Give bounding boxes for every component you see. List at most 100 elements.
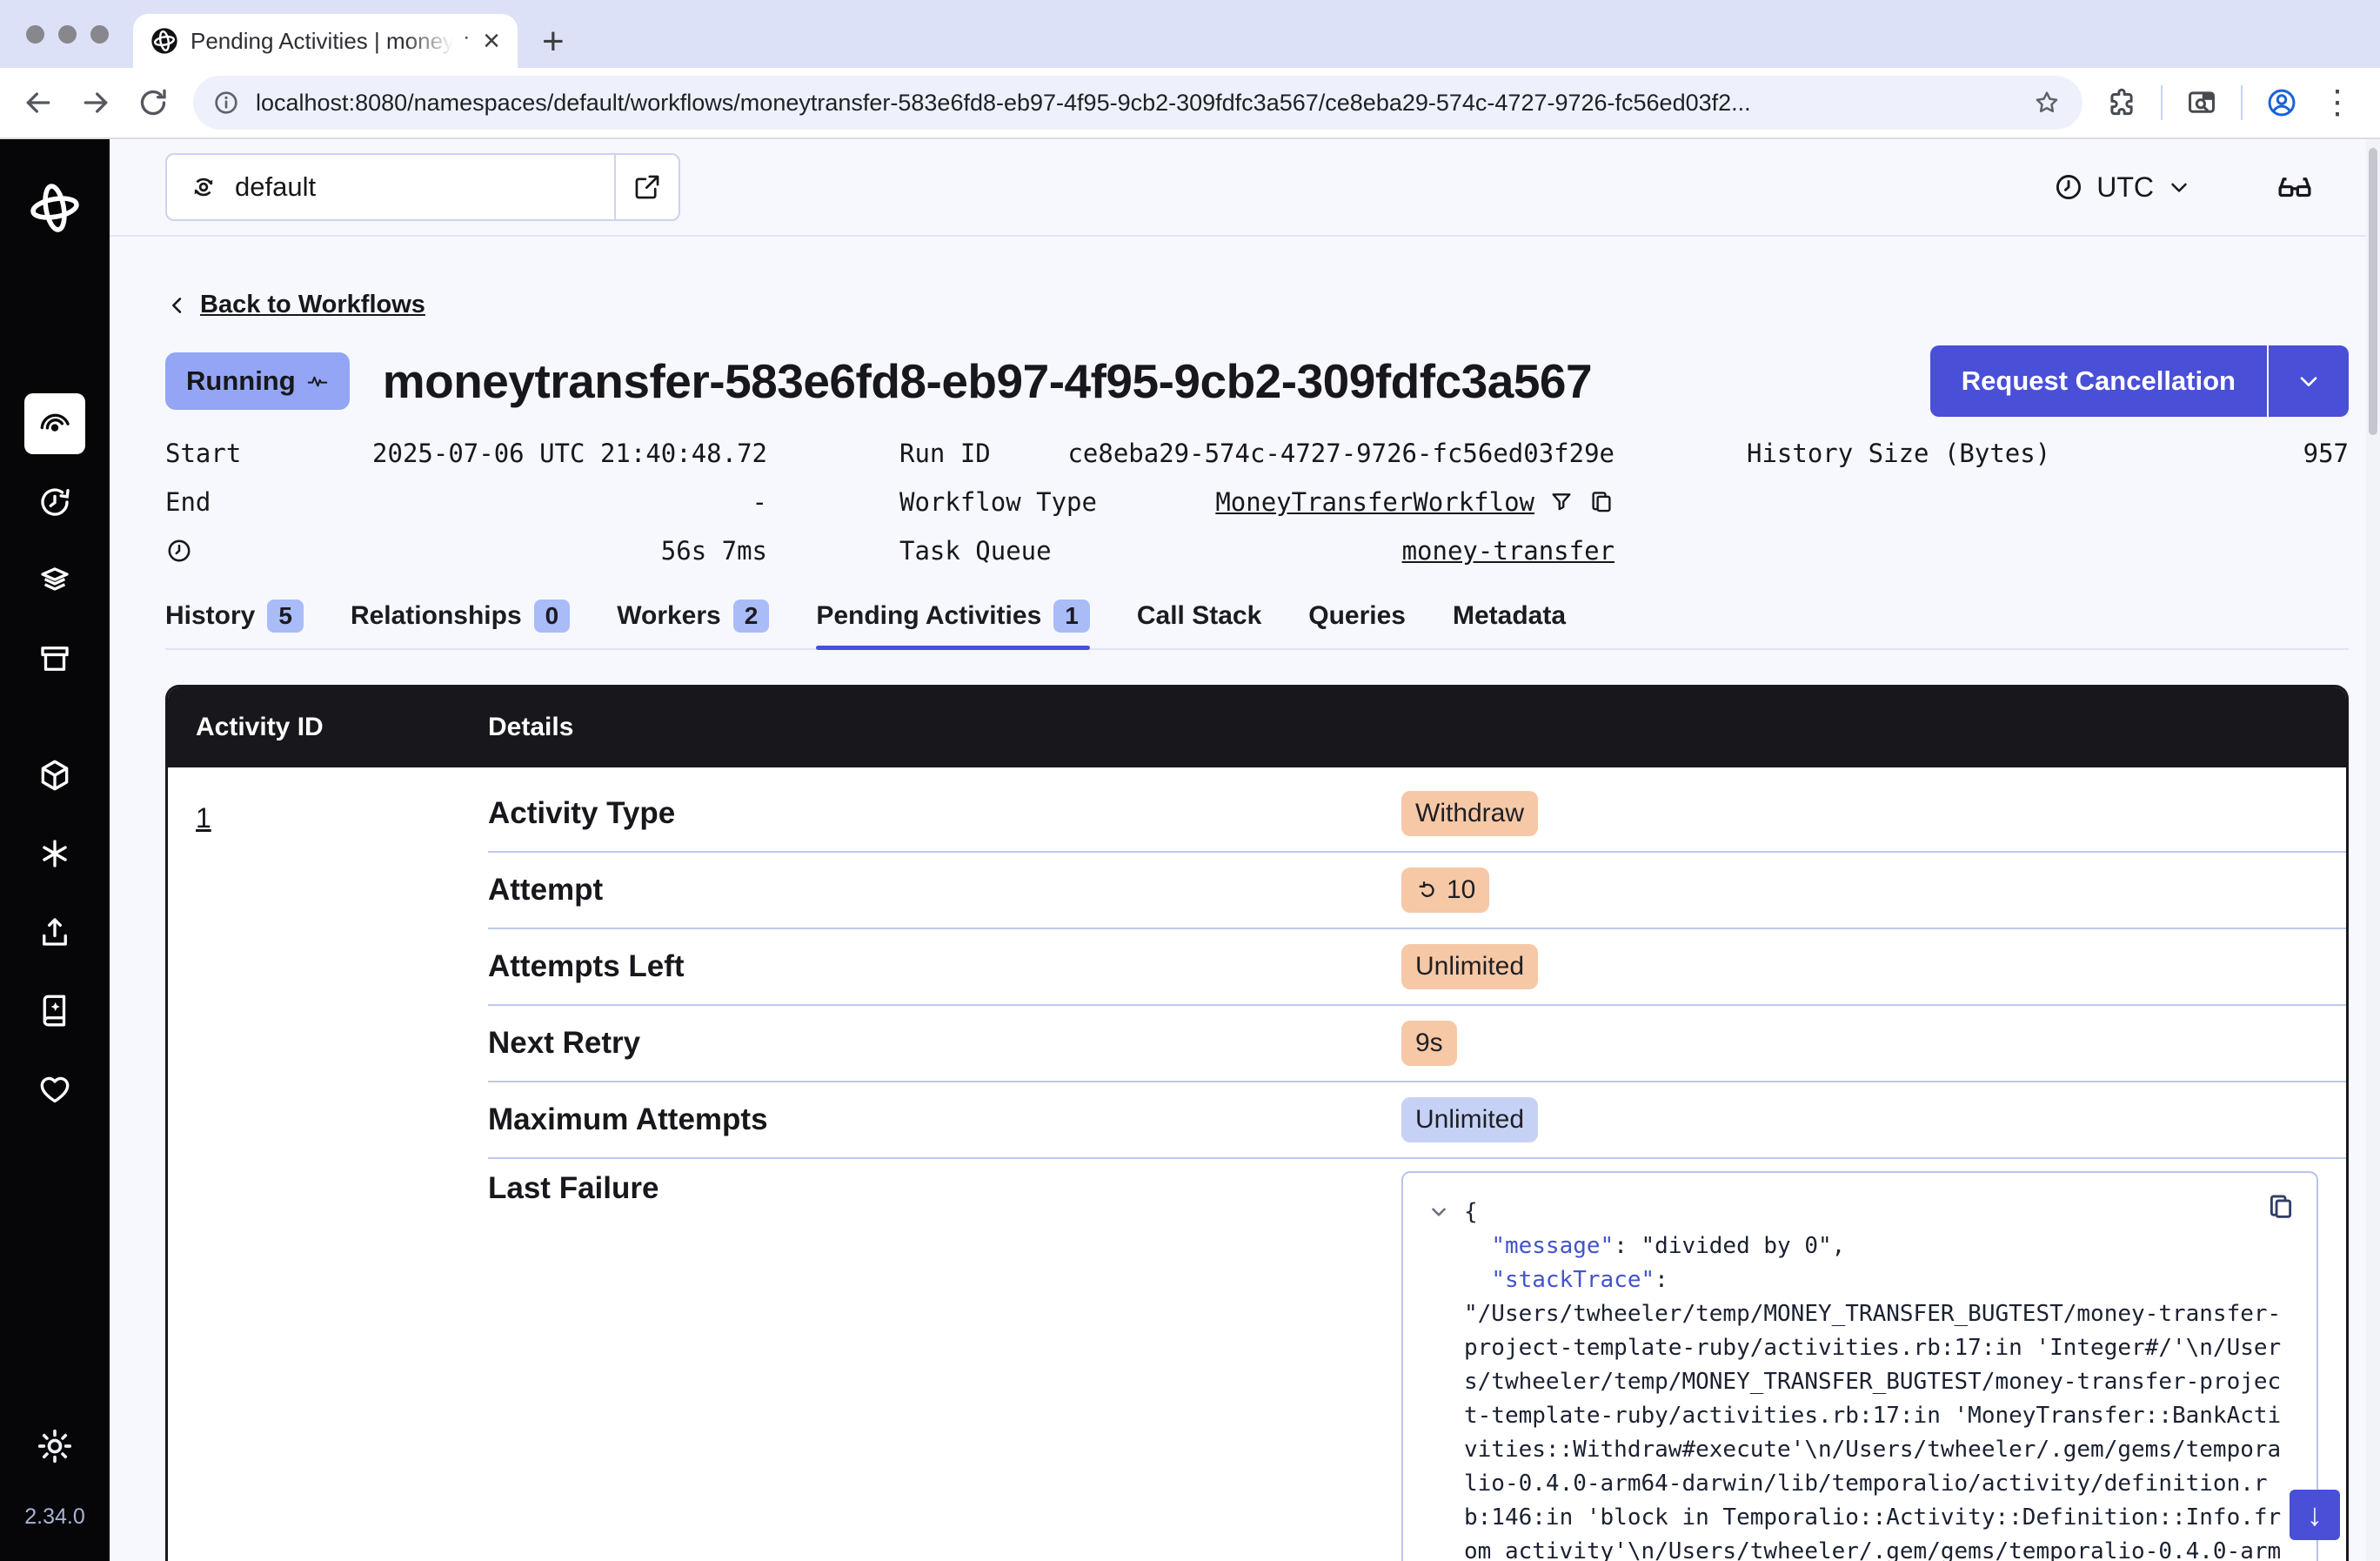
activity-type-badge: Withdraw	[1401, 791, 1538, 836]
heartbeat-icon	[306, 370, 329, 392]
heart-icon	[37, 1070, 73, 1107]
status-label: Running	[186, 365, 296, 397]
request-cancellation-button[interactable]: Request Cancellation	[1930, 345, 2267, 417]
cube-icon	[37, 757, 73, 794]
app-version: 2.34.0	[24, 1504, 85, 1530]
copy-icon[interactable]	[1588, 489, 1615, 515]
archive-icon	[37, 640, 73, 677]
meta-duration: 56s 7ms	[165, 532, 767, 570]
window-controls[interactable]	[0, 0, 133, 68]
back-to-workflows[interactable]: Back to Workflows	[165, 291, 2349, 319]
namespace-open-button[interactable]	[614, 155, 679, 219]
meta-run-id: Run ID ce8eba29-574c-4727-9726-fc56ed03f…	[899, 434, 1615, 472]
workflow-type-link[interactable]: MoneyTransferWorkflow	[1215, 487, 1534, 517]
tab-history[interactable]: History5	[165, 600, 304, 648]
activity-id-link[interactable]: 1	[196, 802, 211, 834]
chevron-left-icon	[165, 293, 190, 318]
url-text[interactable]: localhost:8080/namespaces/default/workfl…	[256, 90, 2016, 117]
upload-icon	[37, 914, 73, 950]
filter-icon[interactable]	[1548, 489, 1574, 515]
detail-attempts-left: Attempts Left Unlimited	[488, 929, 2349, 1006]
tab-metadata[interactable]: Metadata	[1453, 600, 1566, 648]
detail-attempt: Attempt 10	[488, 853, 2349, 929]
labs-glasses-icon[interactable]	[2276, 168, 2314, 206]
attempts-left-badge: Unlimited	[1401, 944, 1538, 989]
address-bar[interactable]: localhost:8080/namespaces/default/workfl…	[193, 76, 2082, 130]
scroll-to-bottom-button[interactable]: ↓	[2290, 1490, 2340, 1540]
window-zoom-button[interactable]	[90, 25, 109, 44]
toolbar-divider	[2241, 85, 2243, 120]
browser-toolbar: localhost:8080/namespaces/default/workfl…	[0, 68, 2380, 139]
reload-icon[interactable]	[136, 85, 170, 120]
bookmark-star-icon[interactable]	[2032, 88, 2062, 117]
detail-maximum-attempts: Maximum Attempts Unlimited	[488, 1082, 2349, 1159]
namespace-topbar: default UTC	[110, 139, 2380, 237]
cancellation-menu-button[interactable]	[2267, 345, 2349, 417]
tab-call-stack[interactable]: Call Stack	[1137, 600, 1261, 648]
window-close-button[interactable]	[26, 25, 44, 44]
workflow-metadata: Start 2025-07-06 UTC 21:40:48.72 End - 5…	[165, 434, 2349, 570]
tab-pending-activities[interactable]: Pending Activities1	[816, 600, 1090, 648]
tab-queries[interactable]: Queries	[1308, 600, 1406, 648]
namespace-cycle-icon	[188, 171, 219, 203]
workflow-header: Running moneytransfer-583e6fd8-eb97-4f95…	[165, 345, 2349, 417]
asterisk-icon	[37, 835, 73, 872]
layers-icon	[37, 562, 73, 599]
workflow-id-title: moneytransfer-583e6fd8-eb97-4f95-9cb2-30…	[383, 353, 1592, 409]
back-icon[interactable]	[21, 85, 56, 120]
attempt-badge: 10	[1401, 868, 1489, 913]
profile-icon[interactable]	[2265, 86, 2298, 119]
status-badge: Running	[165, 352, 350, 410]
scrollbar-thumb[interactable]	[2369, 148, 2377, 435]
meta-workflow-type: Workflow Type MoneyTransferWorkflow	[899, 483, 1615, 521]
forward-icon[interactable]	[78, 85, 113, 120]
sidebar-item-namespaces[interactable]	[24, 745, 85, 806]
detail-next-retry: Next Retry 9s	[488, 1006, 2349, 1082]
temporal-favicon	[150, 27, 178, 55]
tab-relationships[interactable]: Relationships0	[351, 600, 570, 648]
timezone-selector[interactable]: UTC	[2053, 171, 2192, 204]
browser-tab[interactable]: Pending Activities | moneytra ×	[133, 14, 518, 68]
meta-end: End -	[165, 483, 767, 521]
collapse-chevron-icon[interactable]	[1427, 1201, 1450, 1223]
pending-activities-table: Activity ID Details 1 Activity Type With…	[165, 685, 2349, 1561]
back-link-label[interactable]: Back to Workflows	[200, 291, 425, 319]
sidebar-item-import[interactable]	[24, 901, 85, 962]
sidebar-item-workflows[interactable]	[24, 393, 85, 454]
new-tab-button[interactable]: +	[542, 23, 565, 61]
tab-close-icon[interactable]: ×	[481, 26, 502, 56]
toolbar-divider	[2161, 85, 2163, 120]
sidebar-item-feedback[interactable]	[24, 1058, 85, 1119]
sidebar-item-nexus[interactable]	[24, 823, 85, 884]
tab-title-fade	[404, 21, 465, 61]
browser-tab-strip: Pending Activities | moneytra × +	[0, 0, 2380, 68]
table-header: Activity ID Details	[168, 687, 2346, 767]
main-panel: default UTC	[110, 139, 2380, 1561]
tab-search-icon[interactable]	[2185, 86, 2218, 119]
window-minimize-button[interactable]	[58, 25, 77, 44]
sidebar-item-deployments[interactable]	[24, 550, 85, 611]
meta-start: Start 2025-07-06 UTC 21:40:48.72	[165, 434, 767, 472]
maximum-attempts-badge: Unlimited	[1401, 1097, 1538, 1142]
namespace-name: default	[235, 171, 316, 203]
namespace-selector[interactable]: default	[165, 153, 680, 221]
detail-activity-type: Activity Type Withdraw	[488, 776, 2349, 853]
theme-toggle-sun-icon[interactable]	[35, 1426, 75, 1466]
retry-icon	[1415, 878, 1440, 902]
failure-json[interactable]: { "message": "divided by 0", "stackTrace…	[1464, 1196, 2290, 1561]
task-queue-link[interactable]: money-transfer	[1402, 536, 1615, 566]
last-failure-code-block: { "message": "divided by 0", "stackTrace…	[1401, 1171, 2318, 1561]
detail-last-failure: Last Failure { "message": "divided by 0"…	[488, 1159, 2349, 1561]
tab-workers[interactable]: Workers2	[617, 600, 769, 648]
extensions-icon[interactable]	[2105, 86, 2138, 119]
site-info-icon[interactable]	[212, 89, 240, 117]
sidebar: 2.34.0	[0, 139, 110, 1561]
sidebar-item-archive[interactable]	[24, 628, 85, 689]
page-scrollbar[interactable]	[2366, 139, 2380, 1561]
sidebar-item-docs[interactable]	[24, 980, 85, 1041]
tab-count-badge: 5	[267, 600, 304, 633]
sidebar-item-schedules[interactable]	[24, 472, 85, 533]
browser-menu-icon[interactable]: ⋮	[2321, 86, 2354, 119]
book-sparkle-icon	[37, 992, 73, 1028]
column-details: Details	[488, 713, 2346, 742]
